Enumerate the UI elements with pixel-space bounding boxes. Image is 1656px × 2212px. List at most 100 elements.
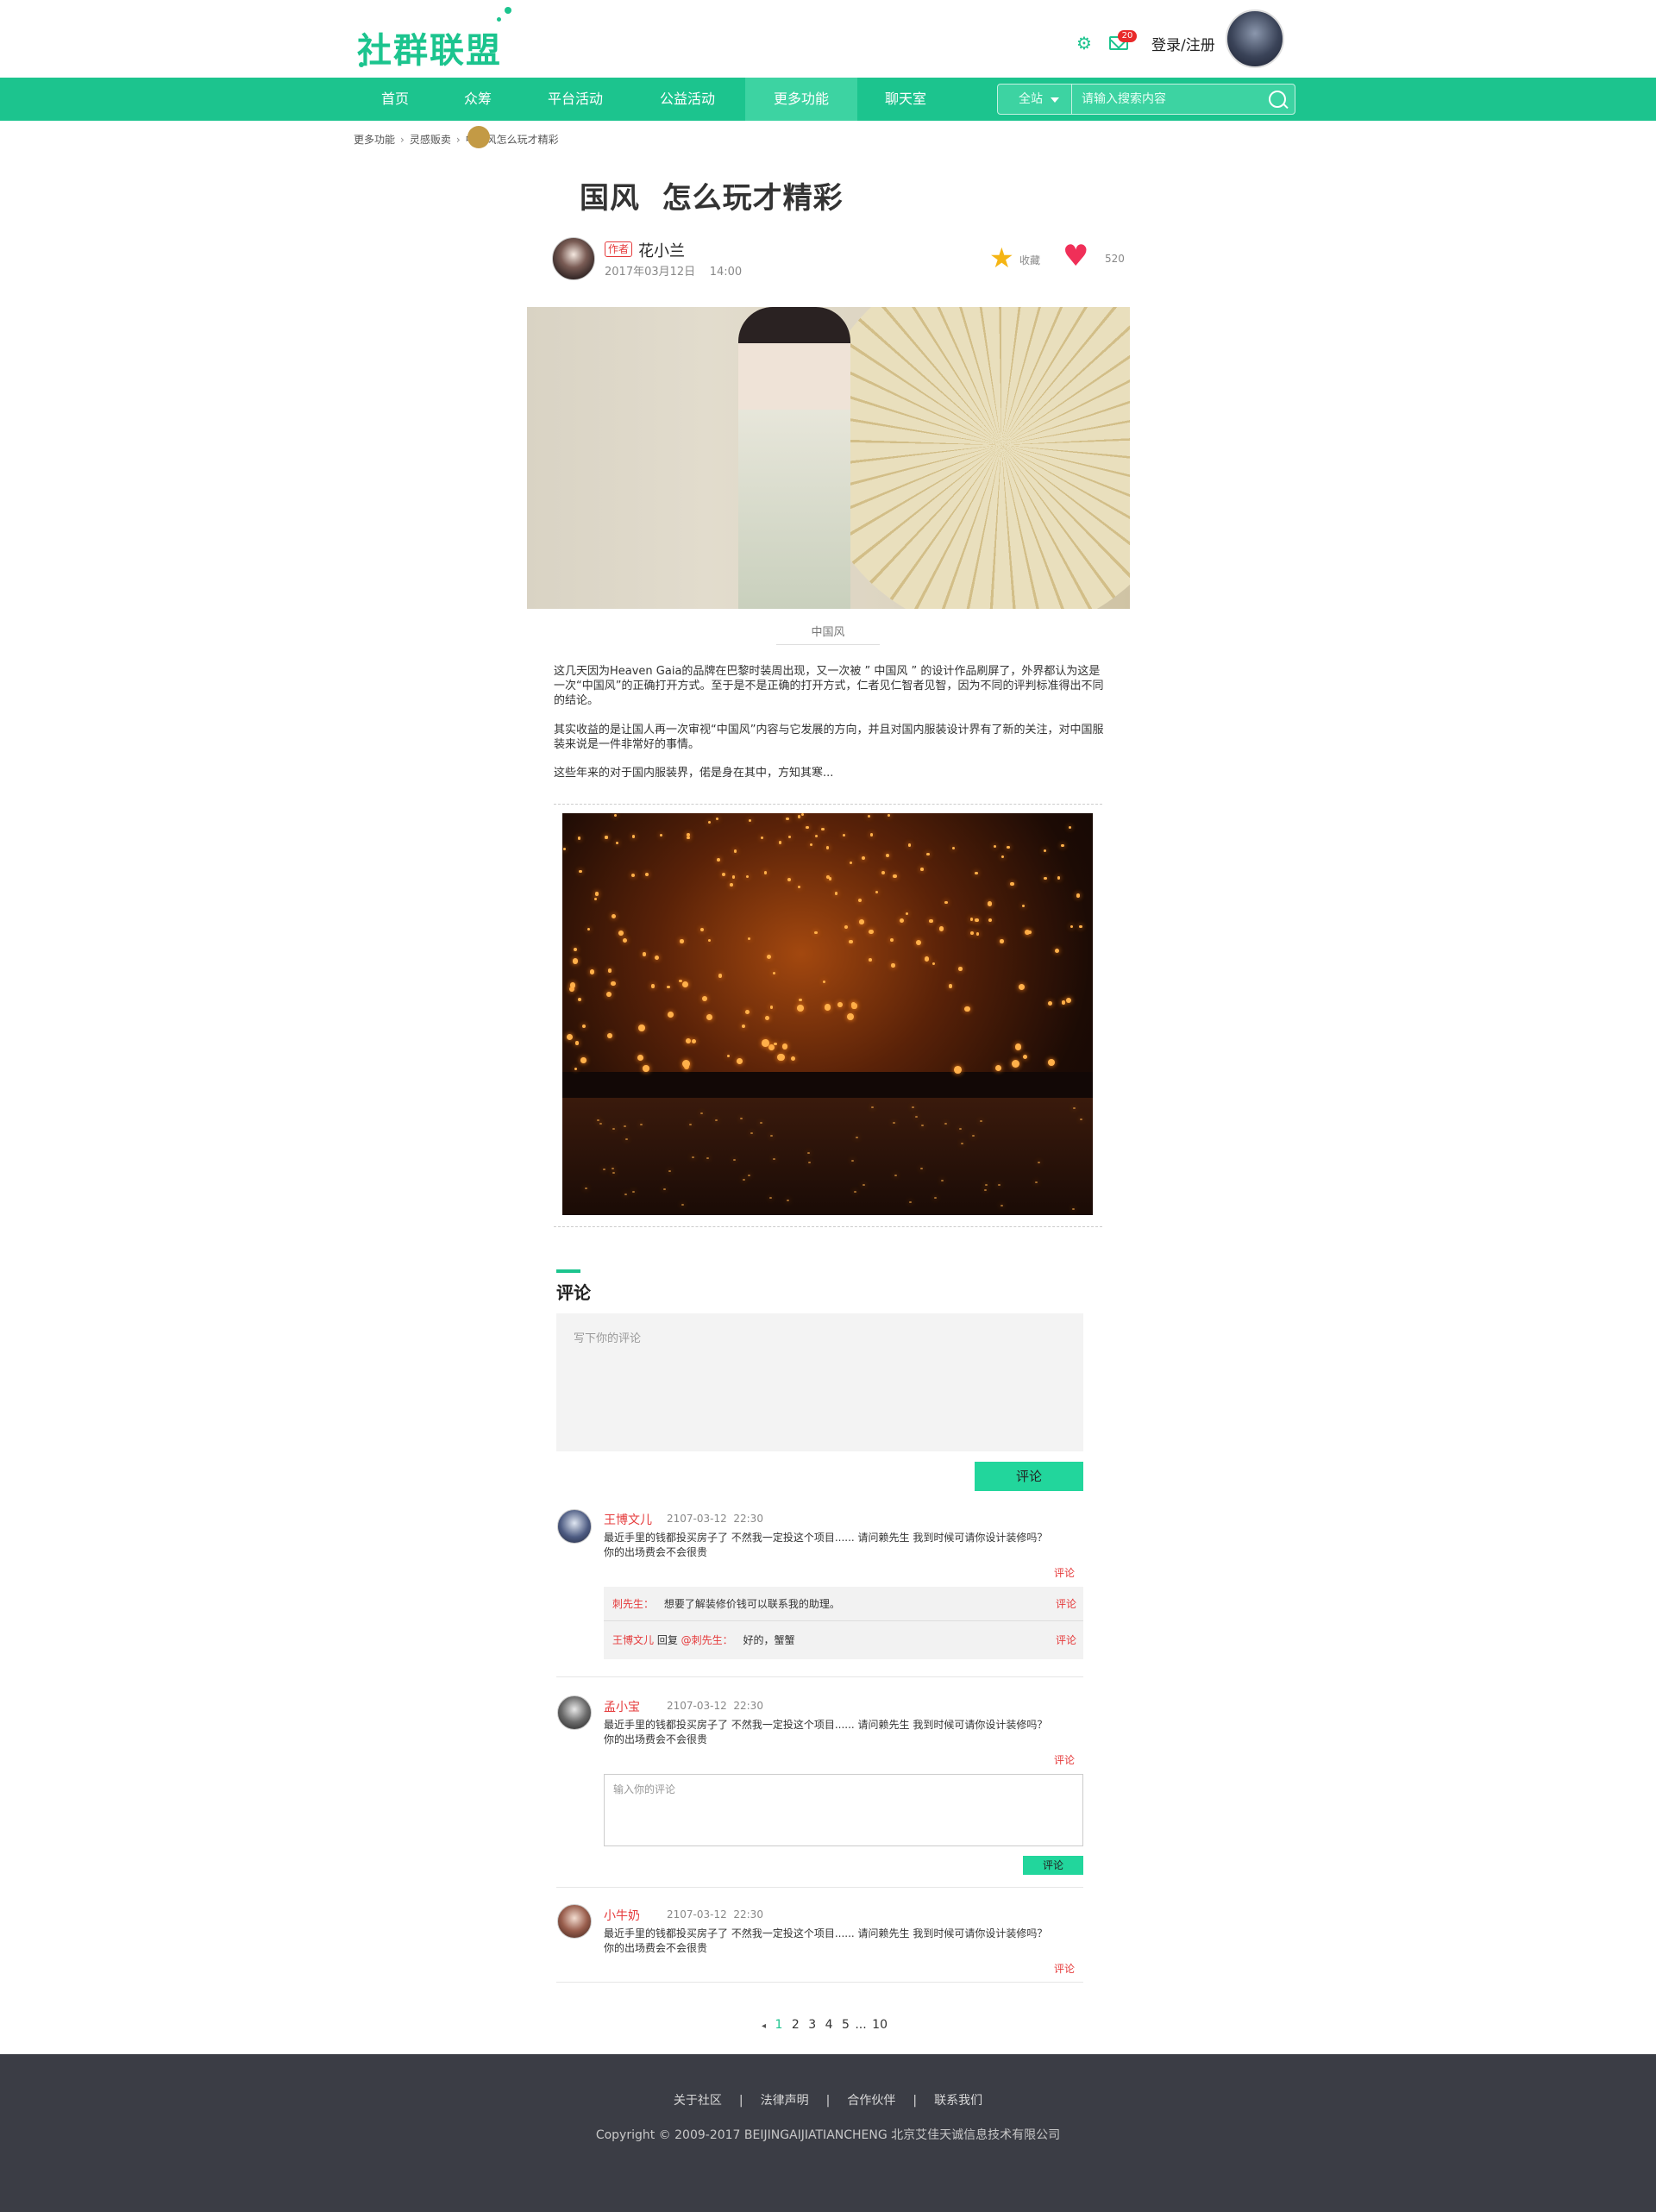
reply-author[interactable]: 王博文儿 — [612, 1634, 654, 1646]
lantern-glow — [638, 1025, 645, 1031]
lantern-glow — [777, 1054, 785, 1062]
nav-chatroom[interactable]: 聊天室 — [871, 78, 940, 121]
lantern-glow — [787, 878, 792, 882]
breadcrumb-item[interactable]: 更多功能 — [354, 134, 395, 146]
lantern-glow — [1047, 1000, 1052, 1006]
heart-icon[interactable]: ♥ — [1063, 241, 1088, 271]
nav-crowdfunding[interactable]: 众筹 — [448, 78, 507, 121]
user-avatar[interactable] — [1226, 9, 1284, 68]
lantern-reflection — [700, 1112, 704, 1114]
publish-date: 2017年03月12日 14:00 — [605, 266, 743, 279]
nav-platform-events[interactable]: 平台活动 — [536, 78, 614, 121]
lantern-glow — [948, 984, 953, 988]
lantern-glow — [611, 981, 616, 987]
logo-dot — [497, 17, 501, 22]
lantern-glow — [885, 853, 889, 857]
commenter-avatar[interactable] — [557, 1509, 592, 1544]
lantern-glow — [868, 815, 871, 818]
lantern-glow — [566, 1034, 573, 1041]
lantern-glow — [763, 871, 768, 874]
search-icon[interactable] — [1269, 91, 1286, 108]
logo-dot — [505, 7, 511, 14]
breadcrumb-item[interactable]: 灵感贩卖 — [410, 134, 451, 146]
umbrella-hub — [467, 126, 490, 148]
lantern-glow — [718, 973, 723, 978]
search-box: 全站 — [997, 84, 1295, 115]
lantern-glow — [849, 861, 853, 865]
login-register-link[interactable]: 登录/注册 — [1151, 33, 1215, 54]
commenter-avatar[interactable] — [557, 1904, 592, 1939]
reply-button[interactable]: 评论 — [1054, 1752, 1075, 1767]
nav-more-features[interactable]: 更多功能 — [745, 78, 857, 121]
commenter-name[interactable]: 孟小宝 — [604, 1698, 640, 1715]
lantern-glow — [987, 901, 993, 906]
author-avatar[interactable] — [552, 237, 595, 280]
comment-divider — [556, 1982, 1083, 1983]
reply-textarea[interactable] — [604, 1774, 1083, 1846]
favorite-label[interactable]: 收藏 — [1019, 253, 1040, 267]
lantern-glow — [721, 872, 725, 876]
comment-submit-button[interactable]: 评论 — [975, 1462, 1083, 1491]
search-scope-label: 全站 — [1019, 92, 1043, 106]
prev-page-icon[interactable]: ◂ — [762, 2021, 766, 2031]
lantern-glow — [900, 918, 905, 923]
chevron-right-icon: › — [400, 134, 405, 146]
page-link-current[interactable]: 1 — [775, 2018, 782, 2032]
header: 社群联盟 ⚙ 20 登录/注册 — [0, 0, 1656, 78]
lantern-glow — [822, 980, 825, 984]
commenter-avatar[interactable] — [557, 1695, 592, 1730]
lantern-glow — [630, 873, 635, 878]
footer-links: 关于社区 | 法律声明 | 合作伙伴 | 联系我们 — [0, 2091, 1656, 2109]
reply-button[interactable]: 评论 — [1056, 1587, 1076, 1621]
page-link[interactable]: 5 — [842, 2018, 850, 2032]
reply-target[interactable]: @刺先生： — [681, 1634, 733, 1646]
lantern-glow — [846, 1013, 854, 1021]
star-icon[interactable]: ★ — [989, 244, 1014, 272]
site-logo[interactable]: 社群联盟 — [357, 22, 502, 72]
footer-separator: | — [913, 2094, 918, 2108]
article-paragraph: 这些年来的对于国内服装界，偌是身在其中，方知其寒... — [554, 767, 834, 780]
lantern-glow — [580, 1057, 586, 1063]
lantern-glow — [924, 956, 930, 962]
footer-link-contact[interactable]: 联系我们 — [934, 2094, 982, 2108]
lantern-glow — [764, 1016, 769, 1020]
lantern-glow — [589, 969, 595, 974]
lantern-glow — [1061, 1000, 1066, 1005]
footer-separator: | — [825, 2094, 831, 2108]
gear-icon[interactable]: ⚙ — [1076, 34, 1094, 52]
reply-button[interactable]: 评论 — [1056, 1623, 1076, 1657]
lantern-glow — [815, 835, 819, 838]
lantern-glow — [814, 931, 818, 934]
lantern-glow — [745, 874, 749, 878]
lantern-glow — [1057, 876, 1061, 880]
nav-charity-events[interactable]: 公益活动 — [649, 78, 726, 121]
reply-author[interactable]: 刺先生： — [612, 1598, 654, 1610]
lantern-glow — [605, 836, 608, 839]
page-link[interactable]: 4 — [825, 2018, 833, 2032]
commenter-name[interactable]: 王博文儿 — [604, 1511, 652, 1528]
nav-home[interactable]: 首页 — [366, 78, 424, 121]
author-name[interactable]: 花小兰 — [638, 239, 685, 261]
comment-textarea[interactable] — [556, 1313, 1083, 1451]
page-link[interactable]: 3 — [808, 2018, 816, 2032]
lantern-glow — [1044, 849, 1047, 853]
lantern-glow — [929, 918, 933, 924]
lantern-glow — [744, 1009, 750, 1014]
lantern-glow — [708, 938, 712, 942]
comment-text: 最近手里的钱都投买房子了 不然我一定投这个项目...... 请问赖先生 我到时候… — [604, 1532, 1048, 1558]
reply-button[interactable]: 评论 — [1054, 1565, 1075, 1580]
page-link[interactable]: 10 — [872, 2018, 888, 2032]
pagination: ◂ 1 2 3 4 5 ... 10 — [762, 2018, 893, 2032]
footer-link-about[interactable]: 关于社区 — [674, 2094, 722, 2108]
lantern-glow — [605, 991, 612, 998]
reply-submit-button[interactable]: 评论 — [1023, 1856, 1083, 1875]
search-input[interactable] — [1073, 85, 1263, 114]
page-link[interactable]: 2 — [792, 2018, 800, 2032]
lantern-glow — [682, 981, 689, 987]
footer-link-legal[interactable]: 法律声明 — [761, 2094, 809, 2108]
reply-button[interactable]: 评论 — [1054, 1961, 1075, 1976]
search-scope-select[interactable]: 全站 — [998, 85, 1072, 114]
commenter-name[interactable]: 小牛奶 — [604, 1907, 640, 1924]
lantern-reflection — [1037, 1161, 1040, 1163]
footer-link-partners[interactable]: 合作伙伴 — [847, 2094, 895, 2108]
